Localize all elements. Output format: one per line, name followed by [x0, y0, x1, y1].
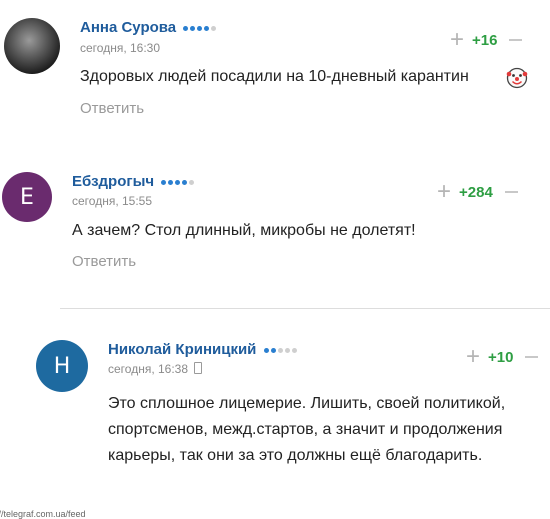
comment-author[interactable]: Ебздрогыч	[72, 173, 196, 191]
upvote-button[interactable]: +	[466, 345, 480, 369]
phone-icon	[194, 362, 203, 374]
upvote-button[interactable]: +	[437, 180, 451, 204]
comment-text: Это сплошное лицемерие. Лишить, своей по…	[108, 395, 506, 464]
comment-score: +16	[472, 31, 498, 49]
comment-author[interactable]: Николай Криницкий	[108, 341, 299, 359]
vote-control: + +16	[450, 28, 523, 52]
rating-dots	[183, 20, 218, 37]
clown-face-icon	[506, 67, 528, 89]
downvote-button[interactable]	[525, 356, 539, 358]
vote-control: + +10	[466, 345, 539, 369]
comment-score: +284	[459, 183, 493, 201]
vote-control: + +284	[437, 180, 518, 204]
avatar[interactable]: Н	[36, 340, 88, 392]
avatar[interactable]: Е	[2, 172, 52, 222]
reply-button[interactable]: Ответить	[80, 100, 144, 117]
footer-url: ://telegraf.com.ua/feed	[0, 509, 86, 519]
downvote-button[interactable]	[509, 39, 523, 41]
comment-author[interactable]: Анна Сурова	[80, 19, 218, 37]
comment-text: А зачем? Стол длинный, микробы не долетя…	[72, 222, 416, 239]
rating-dots	[263, 342, 299, 359]
comment-time: сегодня, 15:55	[72, 194, 153, 208]
downvote-button[interactable]	[504, 191, 518, 193]
upvote-button[interactable]: +	[450, 28, 464, 52]
rating-dots	[161, 174, 196, 191]
comment-text: Здоровых людей посадили на 10-дневный ка…	[80, 68, 469, 85]
comment-score: +10	[488, 348, 514, 366]
reply-button[interactable]: Ответить	[72, 253, 136, 270]
comment-time: сегодня, 16:38	[108, 362, 203, 376]
reply-divider	[60, 308, 550, 309]
comment-time: сегодня, 16:30	[80, 41, 161, 55]
avatar-photo[interactable]	[4, 18, 60, 74]
